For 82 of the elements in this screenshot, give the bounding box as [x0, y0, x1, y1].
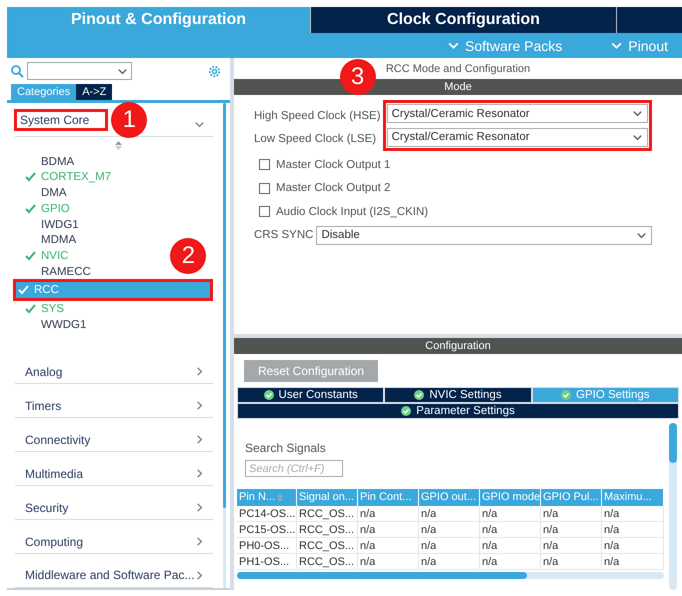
checkbox[interactable]: [259, 182, 270, 194]
category-label: System Core: [20, 113, 90, 127]
table-cell: n/a: [602, 506, 664, 522]
check-icon: [25, 204, 36, 214]
sort-icon: [114, 140, 122, 150]
peripheral-item[interactable]: MDMA: [23, 232, 80, 248]
category-header[interactable]: Multimedia: [15, 452, 214, 486]
scrollbar[interactable]: [669, 423, 677, 590]
settings-icon[interactable]: [207, 64, 222, 78]
table-cell: n/a: [480, 554, 541, 570]
peripheral-item[interactable]: BDMA: [23, 154, 78, 170]
dropdown[interactable]: Crystal/Ceramic Resonator: [386, 104, 648, 124]
scrollbar[interactable]: [223, 103, 226, 588]
table-cell: n/a: [419, 522, 480, 538]
peripheral-item[interactable]: IWDG1: [23, 216, 83, 232]
table-cell: PC14-OS...: [237, 506, 297, 522]
category-header[interactable]: Timers: [15, 384, 214, 418]
peripheral-item[interactable]: DMA: [23, 185, 71, 201]
check-icon: [18, 285, 29, 296]
checkbox-label: Master Clock Output 2: [276, 182, 390, 194]
config-tab[interactable]: NVIC Settings: [384, 387, 532, 403]
table-cell: n/a: [480, 538, 541, 554]
table-cell: n/a: [602, 554, 664, 570]
category-header[interactable]: System Core 1: [15, 107, 214, 137]
field-label: High Speed Clock (HSE): [254, 110, 381, 122]
dropdown[interactable]: Crystal/Ceramic Resonator: [386, 128, 648, 147]
table-cell: n/a: [541, 506, 602, 522]
peripheral-item[interactable]: WWDG1: [23, 316, 90, 332]
check-circle-icon: [401, 406, 412, 416]
check-circle-icon: [414, 390, 424, 400]
table-cell: PH0-OS...: [237, 538, 297, 554]
table-cell: n/a: [358, 538, 419, 554]
table-cell: n/a: [480, 522, 541, 538]
category-header[interactable]: Middleware and Software Pac...: [15, 554, 214, 588]
panel-title: RCC Mode and Configuration: [386, 62, 530, 77]
check-icon: [25, 250, 36, 261]
search-icon: [11, 64, 24, 78]
table-cell: n/a: [358, 554, 419, 570]
category-header[interactable]: Security: [15, 486, 214, 520]
table-cell: n/a: [480, 506, 541, 522]
checkbox[interactable]: [259, 206, 270, 218]
check-circle-icon: [561, 390, 572, 400]
check-icon: [25, 172, 36, 182]
table-cell: n/a: [602, 522, 664, 538]
check-icon: [25, 304, 36, 314]
table-cell: RCC_OS...: [297, 538, 358, 554]
view-tab[interactable]: A->Z: [76, 84, 112, 100]
table-cell: n/a: [419, 554, 480, 570]
dropdown[interactable]: Disable: [316, 226, 652, 245]
search-label: Search Signals: [245, 441, 327, 455]
table-cell: PC15-OS...: [237, 522, 297, 538]
checkbox-label: Audio Clock Input (I2S_CKIN): [276, 206, 428, 218]
table-cell: n/a: [602, 538, 664, 554]
horizontal-scrollbar[interactable]: [237, 572, 664, 579]
callout-badge: 1: [111, 102, 148, 138]
config-tab[interactable]: User Constants: [237, 387, 384, 403]
table-cell: n/a: [358, 506, 419, 522]
table-cell: n/a: [541, 538, 602, 554]
search-field[interactable]: Search (Ctrl+F): [245, 460, 343, 477]
field-label: Low Speed Clock (LSE): [254, 133, 376, 146]
section-header: Configuration: [234, 338, 682, 354]
table-cell: n/a: [541, 554, 602, 570]
table-cell: PH1-OS...: [237, 554, 297, 570]
check-circle-icon: [264, 390, 274, 400]
search-combo[interactable]: [27, 62, 132, 80]
sort-icon: [277, 494, 284, 502]
table-cell: RCC_OS...: [297, 522, 358, 538]
category-header[interactable]: Computing: [15, 520, 214, 554]
table-cell: n/a: [419, 506, 480, 522]
callout-badge: 2: [170, 238, 206, 274]
category-header[interactable]: Connectivity: [15, 418, 214, 452]
peripheral-item[interactable]: RAMECC: [23, 264, 95, 280]
table-cell: n/a: [358, 522, 419, 538]
category-header[interactable]: Analog: [15, 350, 214, 384]
table-cell: RCC_OS...: [297, 554, 358, 570]
config-tab[interactable]: Parameter Settings: [237, 403, 679, 419]
table-cell: n/a: [419, 538, 480, 554]
table-cell: RCC_OS...: [297, 506, 358, 522]
table-cell: n/a: [541, 522, 602, 538]
checkbox[interactable]: [259, 159, 270, 170]
checkbox-label: Master Clock Output 1: [276, 158, 390, 171]
field-label: CRS SYNC: [254, 229, 314, 242]
